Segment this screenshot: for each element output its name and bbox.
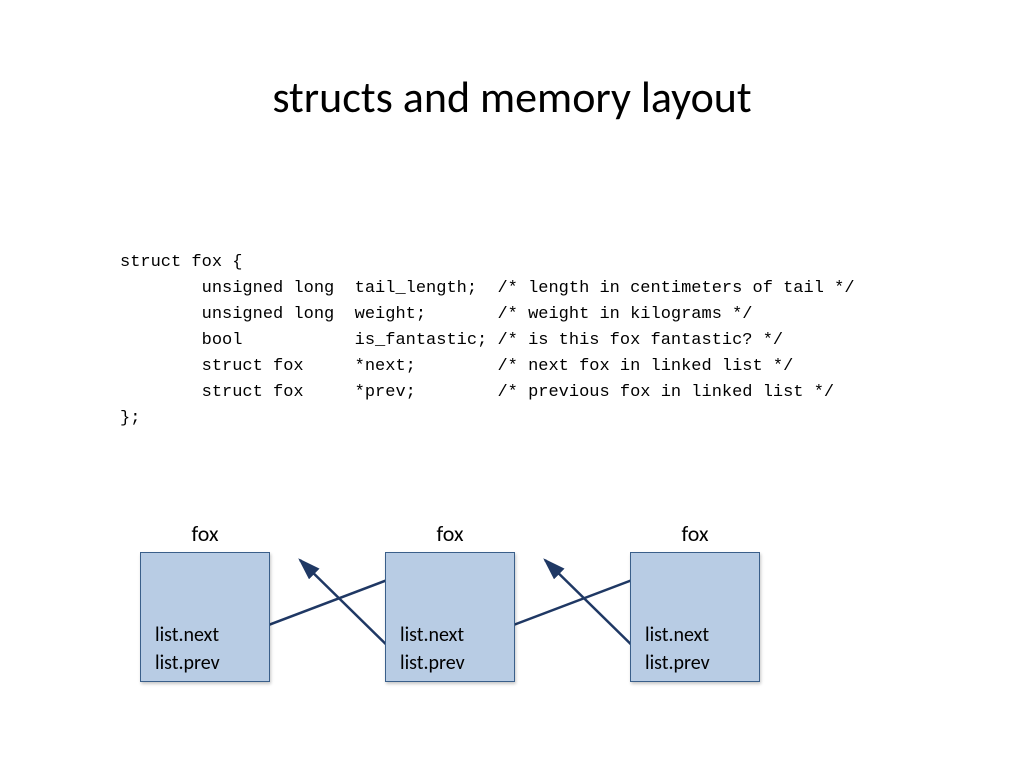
node-box-1: list.next list.prev <box>385 552 515 682</box>
slide-title: structs and memory layout <box>0 70 1024 124</box>
field-prev: list.prev <box>155 651 220 675</box>
field-prev: list.prev <box>400 651 465 675</box>
node-label-1: fox <box>385 520 515 547</box>
node-label-0: fox <box>140 520 270 547</box>
field-next: list.next <box>400 623 464 647</box>
node-label-2: fox <box>630 520 760 547</box>
node-box-0: list.next list.prev <box>140 552 270 682</box>
field-next: list.next <box>155 623 219 647</box>
node-box-2: list.next list.prev <box>630 552 760 682</box>
code-block: struct fox { unsigned long tail_length; … <box>120 250 855 432</box>
field-prev: list.prev <box>645 651 710 675</box>
linked-list-diagram: fox list.next list.prev fox list.next list.pr… <box>140 520 900 720</box>
field-next: list.next <box>645 623 709 647</box>
